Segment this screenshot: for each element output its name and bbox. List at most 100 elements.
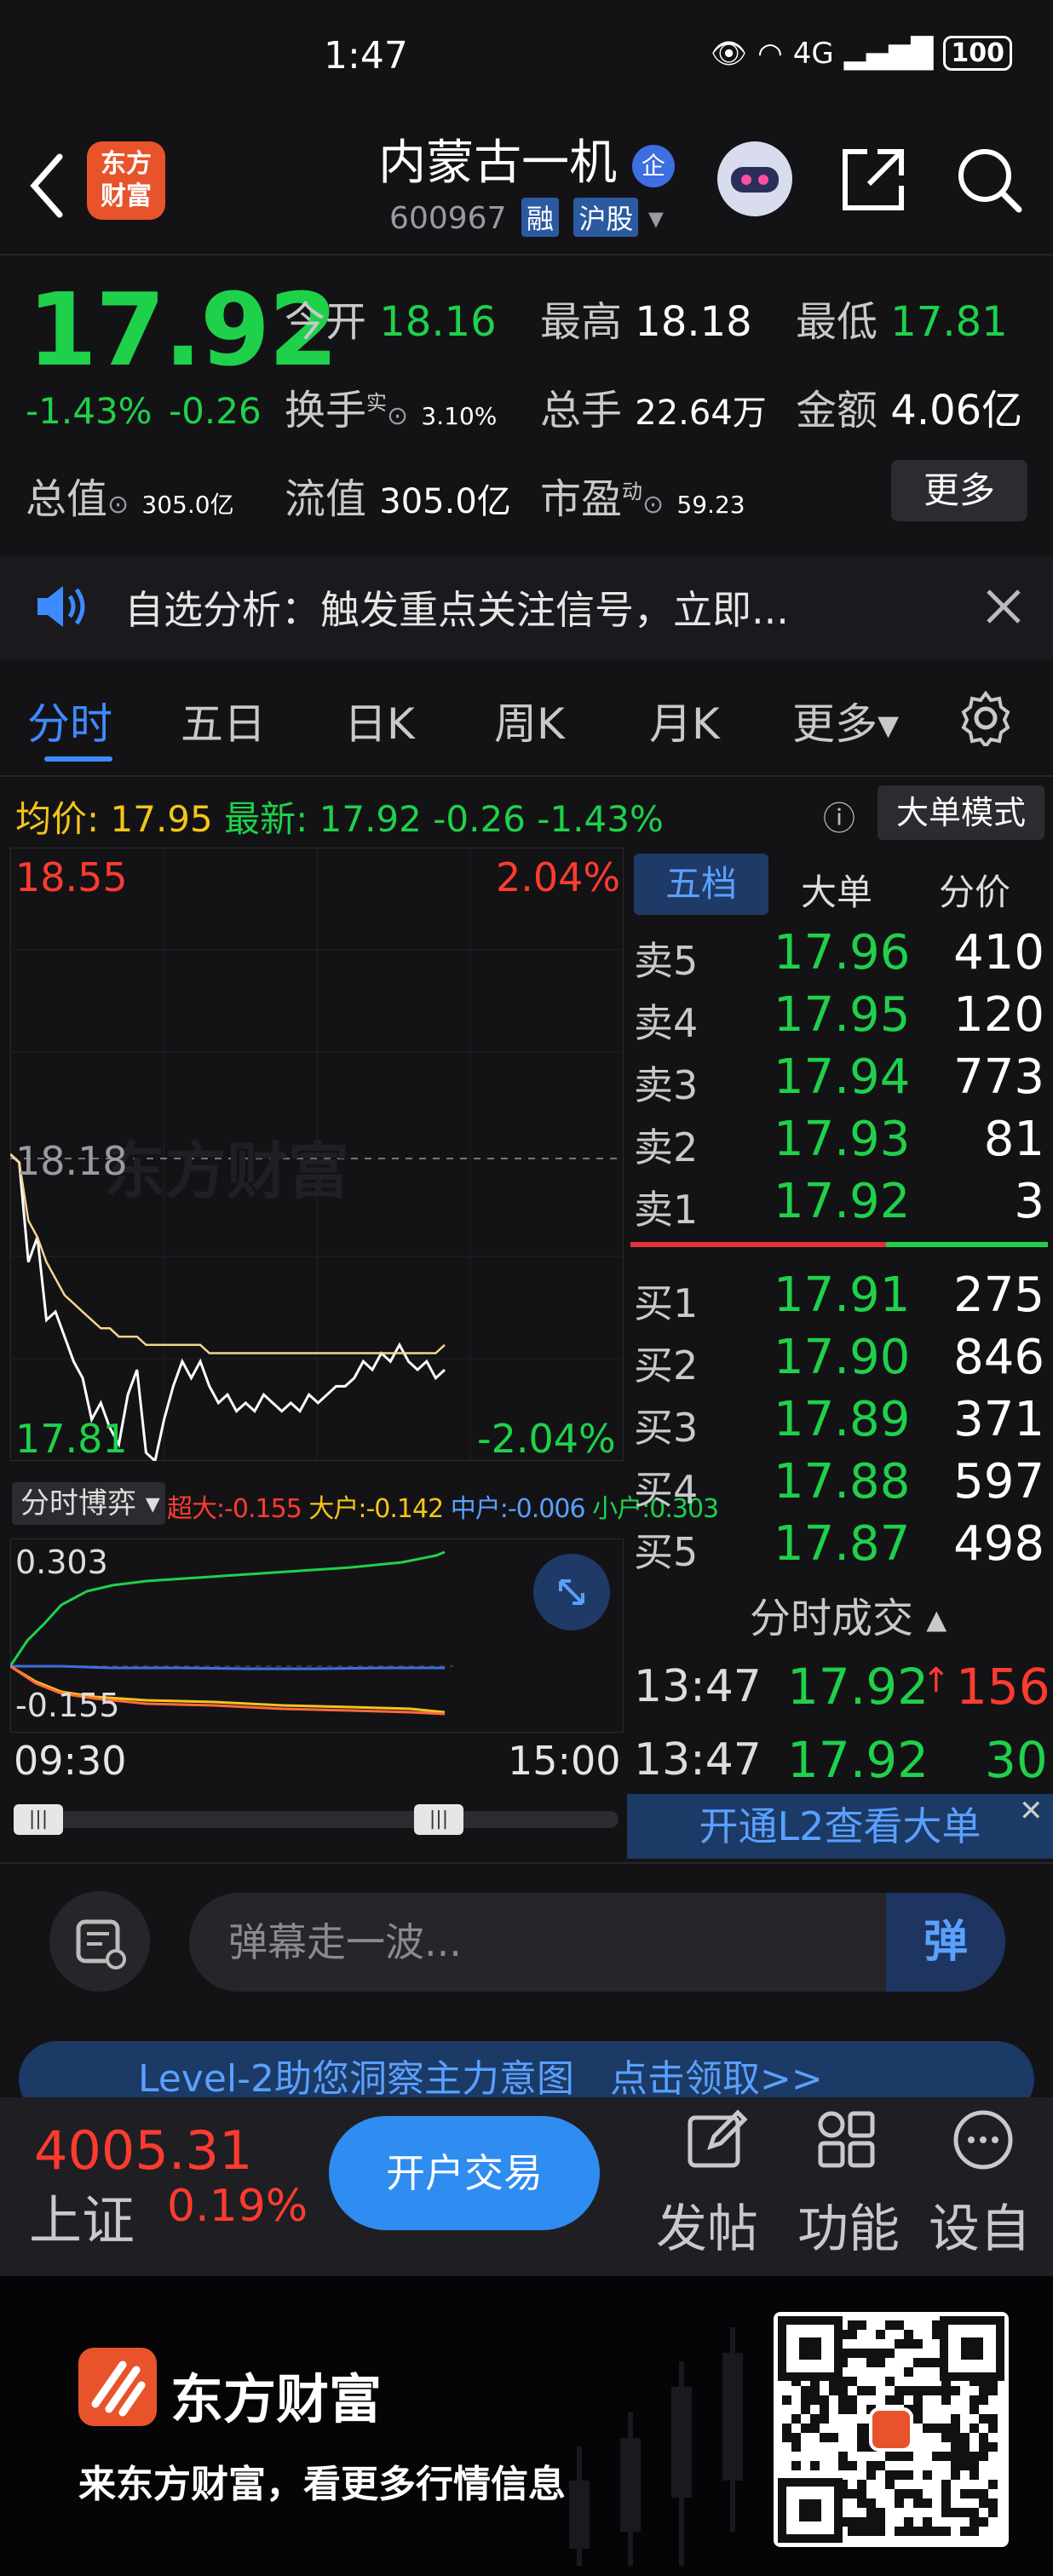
- panel-divider: [625, 848, 627, 1861]
- gear-icon[interactable]: [958, 690, 1014, 746]
- bid-price-2[interactable]: 17.89: [774, 1392, 910, 1447]
- tab-big-order[interactable]: 大单: [801, 864, 872, 916]
- l2-upgrade-banner[interactable]: 开通L2查看大单: [627, 1794, 1053, 1859]
- search-icon[interactable]: [952, 143, 1026, 216]
- enterprise-tag: 企: [631, 144, 675, 187]
- help-icon[interactable]: ⓘ: [823, 792, 855, 839]
- y-label-top: 18.55: [15, 854, 128, 900]
- volume-value: 22.64万: [635, 394, 767, 433]
- close-icon[interactable]: [985, 588, 1022, 625]
- tab-intraday[interactable]: 分时: [27, 690, 112, 751]
- notice-text: 自选分析：触发重点关注信号，立即...: [124, 587, 789, 633]
- up-arrow-icon: ↑: [922, 1661, 951, 1700]
- tab-daily-k[interactable]: 日K: [344, 690, 415, 751]
- index-name[interactable]: 上证: [29, 2177, 135, 2254]
- tab-more[interactable]: 更多▾: [792, 690, 899, 751]
- avg-value: 17.95: [110, 798, 213, 840]
- x-label-start: 09:30: [14, 1738, 127, 1784]
- eye-icon: 👁: [710, 36, 748, 71]
- turnover-label: 换手: [285, 387, 367, 434]
- danmu-input[interactable]: 弹幕走一波...: [189, 1893, 1005, 1992]
- grid-icon[interactable]: [814, 2107, 879, 2176]
- latest-label: 最新:: [224, 798, 308, 840]
- battery-icon: 100: [943, 36, 1012, 71]
- bid-price-1[interactable]: 17.90: [774, 1330, 910, 1385]
- time-range-slider[interactable]: [14, 1811, 619, 1828]
- open-label: 今开: [285, 298, 367, 346]
- info-icon: ⊙: [642, 490, 665, 520]
- danmu-send-button[interactable]: 弹: [886, 1893, 1005, 1992]
- ask-price-1[interactable]: 17.95: [774, 987, 910, 1043]
- close-icon[interactable]: ✕: [1019, 1794, 1044, 1828]
- more-dots-icon[interactable]: [951, 2107, 1016, 2176]
- robot-avatar-icon[interactable]: [714, 138, 796, 220]
- expand-icon[interactable]: [533, 1554, 610, 1630]
- trades-title[interactable]: 分时成交 ▴: [750, 1584, 947, 1644]
- chart-header: 均价: 17.95 最新: 17.92 -0.26 -1.43%: [15, 791, 664, 842]
- trade-price-1: 17.92: [787, 1731, 929, 1789]
- info-icon: ⊙: [387, 401, 409, 431]
- status-icons: 👁 ◠ 4G ▂▄▆█ 100: [711, 36, 1012, 71]
- bigorder-mode-button[interactable]: 大单模式: [878, 785, 1044, 840]
- danmu-toggle-icon[interactable]: [49, 1891, 150, 1992]
- footer-slogan: 来东方财富，看更多行情信息: [78, 2463, 566, 2506]
- stock-code: 600967: [389, 201, 507, 236]
- tab-weekly-k[interactable]: 周K: [494, 690, 565, 751]
- open-account-button[interactable]: 开户交易: [329, 2116, 600, 2230]
- pe-stat[interactable]: 市盈动⊙ 59.23: [540, 465, 745, 525]
- trades-title-text: 分时成交: [750, 1595, 914, 1642]
- y-label-top-pct: 2.04%: [496, 854, 621, 900]
- mid-value: -0.006: [507, 1494, 586, 1524]
- bid-price-0[interactable]: 17.91: [774, 1268, 910, 1323]
- more-button[interactable]: 更多: [891, 460, 1027, 521]
- index-value[interactable]: 4005.31: [34, 2119, 252, 2182]
- wifi-icon: ◠: [757, 36, 783, 71]
- watermark: 东方财富: [104, 1138, 349, 1206]
- turnover-stat[interactable]: 换手实⊙ 3.10%: [285, 377, 497, 436]
- ask-price-3[interactable]: 17.93: [774, 1112, 910, 1167]
- amount-label: 金额: [796, 387, 878, 434]
- nav-post[interactable]: 发帖: [656, 2188, 758, 2262]
- tab-monthly-k[interactable]: 月K: [649, 690, 720, 751]
- pe-sup: 动: [622, 480, 643, 503]
- float-label: 流值: [285, 475, 367, 523]
- mktcap-value: 305.0亿: [141, 491, 234, 519]
- large-label: 大户:: [308, 1494, 366, 1524]
- nav-settings[interactable]: 设自: [929, 2188, 1031, 2262]
- info-icon: ⊙: [107, 490, 129, 520]
- nav-function[interactable]: 功能: [797, 2188, 900, 2262]
- pe-value: 59.23: [676, 491, 745, 519]
- chevron-down-icon: ▾: [647, 201, 664, 236]
- high-stat: 最高 18.18: [540, 288, 752, 348]
- tab-five-day[interactable]: 五日: [181, 690, 266, 751]
- slider-handle-left[interactable]: |||: [14, 1804, 63, 1835]
- promo-link[interactable]: 点击领取>>: [610, 2057, 823, 2101]
- post-icon[interactable]: [685, 2107, 750, 2176]
- index-change-pct[interactable]: 0.19%: [167, 2181, 308, 2232]
- margin-badge: 融: [521, 198, 559, 237]
- float-value: 305.0亿: [379, 482, 511, 521]
- ask-label-3: 卖2: [634, 1124, 699, 1170]
- ask-price-0[interactable]: 17.96: [774, 925, 910, 980]
- ask-price-4[interactable]: 17.92: [774, 1174, 910, 1229]
- game-label: 分时博弈: [20, 1486, 136, 1521]
- mktcap-stat[interactable]: 总值⊙ 305.0亿: [26, 465, 234, 525]
- stock-name: 内蒙古一机: [378, 135, 618, 191]
- share-icon[interactable]: [838, 145, 908, 215]
- trade-vol-0: 156: [956, 1658, 1050, 1716]
- float-stat: 流值 305.0亿: [285, 465, 511, 525]
- bid-price-4[interactable]: 17.87: [774, 1516, 910, 1572]
- tab-price-dist[interactable]: 分价: [939, 864, 1010, 916]
- game-y-bottom: -0.155: [15, 1687, 120, 1724]
- bid-price-3[interactable]: 17.88: [774, 1454, 910, 1509]
- tab-five-level[interactable]: 五档: [634, 854, 768, 915]
- ask-label-4: 卖1: [634, 1187, 699, 1233]
- bid-vol-2: 371: [953, 1392, 1044, 1447]
- change-value: -0.26: [169, 390, 262, 432]
- bid-label-2: 买3: [634, 1405, 699, 1451]
- game-selector[interactable]: 分时博弈 ▾: [12, 1482, 165, 1525]
- footer-brand: 东方财富: [170, 2368, 383, 2430]
- volume-stat: 总手 22.64万: [540, 377, 767, 436]
- ask-price-2[interactable]: 17.94: [774, 1049, 910, 1105]
- slider-handle-right[interactable]: |||: [414, 1804, 463, 1835]
